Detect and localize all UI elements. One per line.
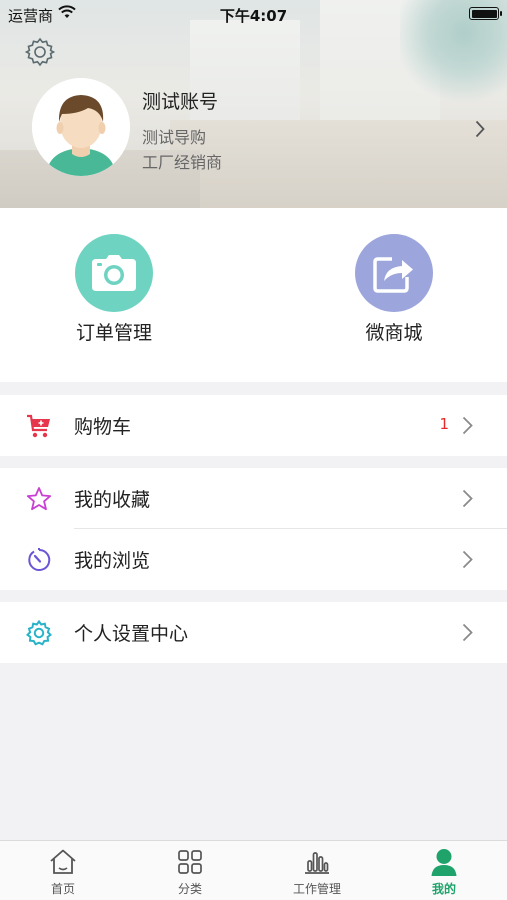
chevron-right-icon — [462, 416, 473, 435]
list-item-cart[interactable]: 购物车 1 — [0, 395, 507, 456]
star-icon — [26, 487, 52, 511]
quick-actions: 订单管理 微商城 — [0, 208, 507, 382]
tab-home[interactable]: 首页 — [0, 847, 126, 897]
share-icon — [373, 257, 413, 293]
order-management-label: 订单管理 — [75, 322, 152, 344]
cart-icon — [27, 414, 50, 438]
tab-home-label: 首页 — [50, 882, 75, 896]
chevron-right-icon — [462, 623, 473, 642]
tab-mine-label: 我的 — [431, 882, 456, 896]
tab-work-management[interactable]: 工作管理 — [254, 847, 380, 897]
favorites-label: 我的收藏 — [74, 489, 151, 511]
battery-icon — [469, 7, 502, 20]
list-item-favorites[interactable]: 我的收藏 — [0, 468, 507, 529]
order-management-button[interactable]: 订单管理 — [44, 234, 184, 345]
order-management-icon-circle — [75, 234, 153, 312]
tab-mine[interactable]: 我的 — [381, 847, 507, 897]
status-bar: 运营商 下午4:07 — [0, 0, 507, 28]
user-role: 测试导购 — [142, 128, 207, 147]
grid-icon — [178, 850, 202, 874]
camera-icon — [92, 255, 136, 291]
tab-work-management-label: 工作管理 — [292, 882, 341, 896]
person-icon — [431, 849, 457, 876]
tab-bar: 首页 分类 工作管理 我的 — [0, 840, 507, 900]
tab-category-label: 分类 — [177, 882, 202, 896]
micro-mall-button[interactable]: 微商城 — [324, 234, 464, 345]
list-item-history[interactable]: 我的浏览 — [0, 529, 507, 590]
settings-gear-icon[interactable] — [24, 36, 56, 68]
tab-category[interactable]: 分类 — [127, 847, 253, 897]
home-icon — [50, 849, 76, 874]
profile-header: 运营商 下午4:07 测试账号 测试导购 工厂经销商 — [0, 0, 507, 208]
status-time: 下午4:07 — [219, 7, 288, 25]
clock-icon — [28, 548, 51, 571]
micro-mall-icon-circle — [355, 234, 433, 312]
history-label: 我的浏览 — [74, 550, 151, 572]
settings-label: 个人设置中心 — [74, 623, 189, 645]
profile-chevron-right-icon[interactable] — [475, 120, 485, 138]
list-item-settings[interactable]: 个人设置中心 — [0, 602, 507, 663]
user-dealer: 工厂经销商 — [142, 153, 223, 172]
avatar[interactable] — [32, 78, 130, 176]
chevron-right-icon — [462, 489, 473, 508]
cart-label: 购物车 — [74, 416, 132, 438]
bar-chart-icon — [305, 852, 329, 874]
cart-count-badge: 1 — [439, 415, 449, 433]
gear-icon — [26, 620, 52, 646]
chevron-right-icon — [462, 550, 473, 569]
micro-mall-label: 微商城 — [365, 322, 423, 344]
user-avatar-illustration — [32, 78, 130, 176]
user-name: 测试账号 — [142, 91, 219, 113]
